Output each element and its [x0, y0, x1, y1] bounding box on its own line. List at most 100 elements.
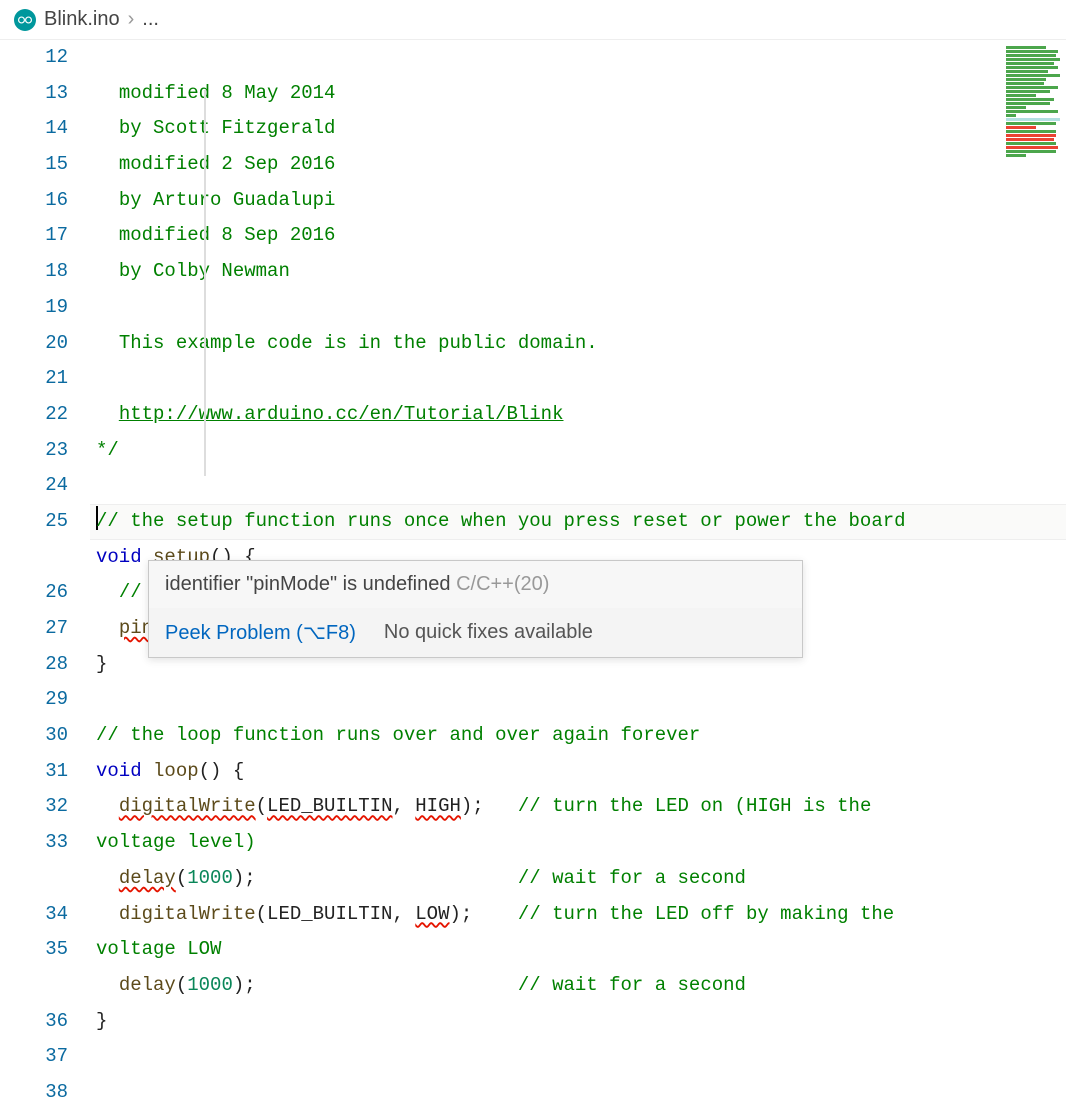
token: (LED_BUILTIN, — [256, 903, 416, 925]
line-number: 13 — [0, 76, 68, 112]
code-line[interactable] — [90, 290, 1066, 326]
code-line[interactable]: } — [90, 1004, 1066, 1040]
code-line[interactable] — [90, 682, 1066, 718]
code-line[interactable]: modified 2 Sep 2016 — [90, 147, 1066, 183]
line-number: 15 — [0, 147, 68, 183]
token: } — [96, 1010, 107, 1032]
hover-actions-row: Peek Problem (⌥F8) No quick fixes availa… — [149, 608, 802, 657]
token: modified 2 Sep 2016 — [119, 153, 336, 175]
line-number: 21 — [0, 361, 68, 397]
line-number: 37 — [0, 1039, 68, 1075]
token: ( — [256, 795, 267, 817]
line-number: 27 — [0, 611, 68, 647]
token: modified 8 May 2014 — [119, 82, 336, 104]
code-line[interactable]: modified 8 May 2014 — [90, 76, 1066, 112]
code-line[interactable]: This example code is in the public domai… — [90, 326, 1066, 362]
hover-source: C/C++(20) — [456, 573, 549, 595]
line-number: 36 — [0, 1004, 68, 1040]
arduino-logo-icon — [14, 9, 36, 31]
token: LED_BUILTIN — [267, 795, 392, 817]
token: This example code is in the public domai… — [119, 332, 598, 354]
line-number: 35 — [0, 932, 68, 1003]
token: // the loop function runs over and over … — [96, 724, 700, 746]
token: , — [392, 795, 415, 817]
token: ); — [461, 795, 518, 817]
code-line[interactable]: by Colby Newman — [90, 254, 1066, 290]
indent-guide — [204, 90, 206, 476]
code-line[interactable]: modified 8 Sep 2016 — [90, 218, 1066, 254]
token: ); — [233, 974, 518, 996]
code-line[interactable]: by Arturo Guadalupi — [90, 183, 1066, 219]
line-number: 29 — [0, 682, 68, 718]
token: 1000 — [187, 974, 233, 996]
code-line[interactable] — [90, 1039, 1066, 1075]
no-quick-fix-label: No quick fixes available — [384, 621, 593, 644]
token: digitalWrite — [119, 795, 256, 817]
breadcrumb-file[interactable]: Blink.ino — [44, 8, 120, 31]
code-line[interactable]: delay(1000); // wait for a second — [90, 861, 1066, 897]
line-number: 32 — [0, 789, 68, 825]
line-number: 14 — [0, 111, 68, 147]
token: } — [96, 653, 107, 675]
line-number: 18 — [0, 254, 68, 290]
token: delay — [119, 974, 176, 996]
token: */ — [96, 439, 119, 461]
token: http://www.arduino.cc/en/Tutorial/Blink — [119, 403, 564, 425]
breadcrumb-symbol[interactable]: ... — [142, 8, 159, 31]
line-number: 20 — [0, 326, 68, 362]
line-number: 24 — [0, 468, 68, 504]
token: by Scott Fitzgerald — [119, 117, 336, 139]
breadcrumb: Blink.ino › ... — [0, 0, 1066, 40]
token: loop — [153, 760, 199, 782]
line-number: 28 — [0, 647, 68, 683]
peek-problem-link[interactable]: Peek Problem (⌥F8) — [165, 620, 356, 645]
code-line[interactable]: // the loop function runs over and over … — [90, 718, 1066, 754]
token: ); — [450, 903, 518, 925]
code-line[interactable]: digitalWrite(LED_BUILTIN, HIGH); // turn… — [90, 789, 1066, 860]
line-number: 38 — [0, 1075, 68, 1111]
token: digitalWrite — [119, 903, 256, 925]
chevron-right-icon: › — [128, 8, 135, 31]
code-line[interactable]: delay(1000); // wait for a second — [90, 968, 1066, 1004]
code-line[interactable]: // the setup function runs once when you… — [90, 504, 1066, 540]
code-line[interactable]: by Scott Fitzgerald — [90, 111, 1066, 147]
code-line[interactable] — [90, 468, 1066, 504]
token: modified 8 Sep 2016 — [119, 224, 336, 246]
token: ); — [233, 867, 518, 889]
hover-message-row: identifier "pinMode" is undefined C/C++(… — [149, 561, 802, 608]
line-number: 25 — [0, 504, 68, 575]
line-number: 33 — [0, 825, 68, 896]
hover-message: identifier "pinMode" is undefined — [165, 573, 451, 595]
code-line[interactable]: void loop() { — [90, 754, 1066, 790]
token: 1000 — [187, 867, 233, 889]
token: ( — [176, 974, 187, 996]
code-line[interactable]: http://www.arduino.cc/en/Tutorial/Blink — [90, 397, 1066, 433]
token: // wait for a second — [518, 867, 746, 889]
token: void — [96, 760, 153, 782]
code-line[interactable] — [90, 361, 1066, 397]
token: HIGH — [415, 795, 461, 817]
code-line[interactable]: */ — [90, 433, 1066, 469]
minimap[interactable] — [1006, 46, 1062, 246]
line-number: 34 — [0, 897, 68, 933]
line-number: 22 — [0, 397, 68, 433]
line-number: 19 — [0, 290, 68, 326]
line-number: 26 — [0, 575, 68, 611]
token: // wait for a second — [518, 974, 746, 996]
line-number: 17 — [0, 218, 68, 254]
token: () { — [199, 760, 245, 782]
line-number: 23 — [0, 433, 68, 469]
line-number: 31 — [0, 754, 68, 790]
problem-hover-tooltip: identifier "pinMode" is undefined C/C++(… — [148, 560, 803, 658]
token: by Arturo Guadalupi — [119, 189, 336, 211]
token: // the setup function runs once when you… — [96, 510, 906, 532]
line-number-gutter: 1213141516171819202122232425262728293031… — [0, 40, 90, 1094]
line-number: 30 — [0, 718, 68, 754]
token: LOW — [415, 903, 449, 925]
code-line[interactable] — [90, 40, 1066, 76]
line-number: 12 — [0, 40, 68, 76]
token: void — [96, 546, 153, 568]
line-number: 16 — [0, 183, 68, 219]
token: ( — [176, 867, 187, 889]
code-line[interactable]: digitalWrite(LED_BUILTIN, LOW); // turn … — [90, 897, 1066, 968]
